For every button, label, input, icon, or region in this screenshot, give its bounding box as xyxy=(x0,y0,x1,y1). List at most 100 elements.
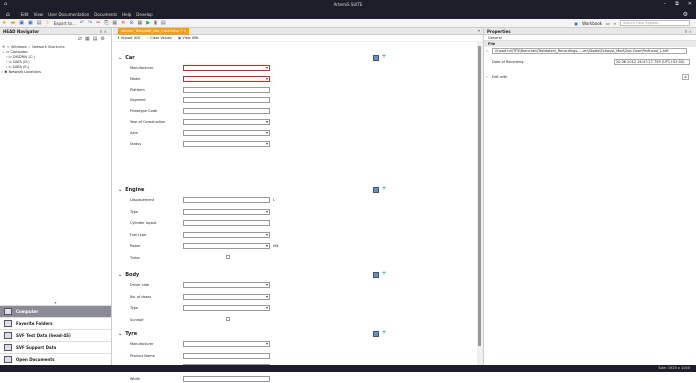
tree-item-network[interactable]: › ✱ Network Locations xyxy=(0,70,111,75)
maximize-button[interactable]: ⧉ xyxy=(675,1,679,7)
menu-help[interactable]: Help xyxy=(122,12,131,17)
dropdown-field[interactable]: ▾ xyxy=(183,243,270,249)
crumb-windows[interactable]: Windows xyxy=(11,45,27,49)
text-field[interactable] xyxy=(183,197,270,203)
text-field[interactable] xyxy=(183,108,270,115)
dropdown-field[interactable]: ▾ xyxy=(183,293,270,300)
crumb-network-shortcuts[interactable]: Network Shortcuts xyxy=(32,45,64,49)
sync-icon[interactable]: ⇄ xyxy=(78,36,82,42)
section-body[interactable]: ⌄ Body xyxy=(118,271,283,279)
export-to-button[interactable]: Export to... xyxy=(54,21,76,26)
section-engine[interactable]: ⌄ Engine xyxy=(118,186,283,194)
vertical-scrollbar[interactable] xyxy=(477,42,483,365)
section-options-button[interactable] xyxy=(373,272,379,278)
text-field[interactable] xyxy=(183,352,270,359)
home-icon[interactable]: ⌂ xyxy=(6,11,10,18)
section-tyre[interactable]: ⌄ Tyre xyxy=(118,330,283,338)
list-icon[interactable]: ▤ xyxy=(161,20,166,26)
delete-icon[interactable]: ✕ xyxy=(121,20,125,26)
dropdown-field[interactable]: ▾ xyxy=(183,208,270,215)
import-udi-button[interactable]: ⬇ Import UDI xyxy=(117,36,140,40)
text-field[interactable] xyxy=(183,97,270,104)
dropdown-field[interactable]: ▾ xyxy=(183,119,270,125)
menu-view[interactable]: View xyxy=(34,12,44,17)
dropdown-field[interactable]: ▾ xyxy=(183,282,270,288)
pin-close-icon[interactable]: ⊼ × xyxy=(684,29,692,34)
menu-edit[interactable]: Edit xyxy=(21,12,29,17)
dropdown-field[interactable]: ▾ xyxy=(183,341,270,347)
dropdown-field[interactable]: ▾ xyxy=(183,305,270,311)
tab-vehicle-template[interactable]: Vehicle_Template_Use_Case.hdvc * ✕ xyxy=(118,28,190,35)
checkbox[interactable] xyxy=(226,254,230,259)
stop-icon[interactable]: ⊘ xyxy=(129,20,133,26)
cut-icon[interactable]: ✂ xyxy=(96,20,100,26)
save-all-icon[interactable]: ▣ xyxy=(28,20,33,26)
dropdown-field[interactable]: ▾ xyxy=(183,75,270,82)
menu-user-documentation[interactable]: User Documentation xyxy=(48,12,89,17)
menu-develop[interactable]: Develop xyxy=(136,12,152,17)
date-field[interactable]: 20.06.2012 16:47:27.795 (UTC+02:00) xyxy=(614,59,690,65)
nav-svf-test-data[interactable]: SVF Test Data (head-4S) xyxy=(0,329,111,341)
add-icon[interactable]: + xyxy=(381,330,387,337)
copy-icon[interactable]: ⎘ xyxy=(104,20,108,26)
nav-open-documents[interactable]: Open Documents xyxy=(0,353,111,365)
edit-with-label: Edit with xyxy=(492,75,508,79)
save-icon[interactable]: ▣ xyxy=(19,20,24,26)
add-icon[interactable]: + xyxy=(381,54,387,61)
menu-documents[interactable]: Documents xyxy=(94,12,117,17)
minimize-button[interactable]: – xyxy=(664,1,667,7)
dropdown-field[interactable]: ▾ xyxy=(183,65,270,71)
tab-list-chevron-down-icon[interactable]: ▾ xyxy=(478,28,480,33)
section-options-button[interactable] xyxy=(373,187,379,193)
chevron-down-icon[interactable]: ⌄ xyxy=(118,55,122,61)
close-button[interactable]: ✕ xyxy=(688,1,692,7)
folder-open-icon[interactable]: ▬ xyxy=(10,20,15,26)
workbook-icon: ▣ xyxy=(574,20,579,26)
section-car[interactable]: ⌄ Car xyxy=(118,54,283,62)
file-path-field[interactable]: \\head-hh\TFS\Branches\Testdaten\_Record… xyxy=(492,48,687,54)
nav-computer[interactable]: Computer xyxy=(0,305,111,317)
nav-favorite-folders[interactable]: Favorite Folders xyxy=(0,317,111,329)
new-icon[interactable]: ★ xyxy=(2,20,6,26)
expand-icon[interactable]: › xyxy=(486,75,487,79)
nav-svf-support-data[interactable]: SVF Support Data xyxy=(0,341,111,353)
chevron-down-icon[interactable]: ⌄ xyxy=(118,272,122,278)
print-icon[interactable]: ▤ xyxy=(37,20,42,26)
play-icon[interactable]: ▶ xyxy=(146,20,150,26)
settings-icon[interactable]: ⚙ xyxy=(101,36,105,42)
grid-icon[interactable]: ▦ xyxy=(138,20,143,26)
scrollbar-thumb[interactable] xyxy=(478,46,481,346)
grid-view-icon[interactable]: ▦ xyxy=(85,36,90,42)
text-field[interactable] xyxy=(183,375,270,382)
dropdown-field[interactable]: ▾ xyxy=(183,140,270,147)
layout-icon[interactable]: ▭ xyxy=(606,21,610,26)
chevron-down-icon[interactable]: ⌄ xyxy=(118,331,122,337)
chevron-down-icon: ▾ xyxy=(265,231,268,237)
text-field[interactable] xyxy=(183,220,270,226)
dropdown-field[interactable]: ▾ xyxy=(183,231,270,238)
pause-icon[interactable]: ▮ xyxy=(154,20,157,26)
edit-with-button[interactable]: ⚙ xyxy=(682,74,689,80)
field-label: Segment xyxy=(130,98,146,103)
workbook-button[interactable]: Workbook xyxy=(582,21,602,26)
expand-icon[interactable]: › xyxy=(486,49,487,53)
text-field[interactable] xyxy=(183,86,270,93)
checkbox[interactable] xyxy=(226,316,230,321)
gear-icon[interactable]: ⚙ xyxy=(683,11,688,18)
dropdown-field[interactable]: ▾ xyxy=(183,129,270,136)
redo-icon[interactable]: ↷ xyxy=(88,20,92,26)
section-options-button[interactable] xyxy=(373,331,379,337)
clear-values-button[interactable]: ✎ Clear Values xyxy=(146,36,172,40)
undo-icon[interactable]: ↶ xyxy=(80,20,84,26)
add-icon[interactable]: + xyxy=(381,186,387,193)
pin-close-icon[interactable]: ⊼ × xyxy=(99,29,107,34)
export-icon[interactable]: ⇧ xyxy=(45,20,49,26)
paste-icon[interactable]: ▦ xyxy=(112,20,117,26)
section-options-button[interactable] xyxy=(373,55,379,61)
chevron-down-icon[interactable]: ⌄ xyxy=(118,187,122,193)
list-view-icon[interactable]: ▤ xyxy=(93,36,98,42)
back-icon[interactable]: ⟲ xyxy=(2,45,5,49)
add-icon[interactable]: + xyxy=(381,271,387,278)
view-xml-button[interactable]: ▣ View XML xyxy=(178,36,199,40)
search-input[interactable]: Search Help System... xyxy=(620,20,690,26)
